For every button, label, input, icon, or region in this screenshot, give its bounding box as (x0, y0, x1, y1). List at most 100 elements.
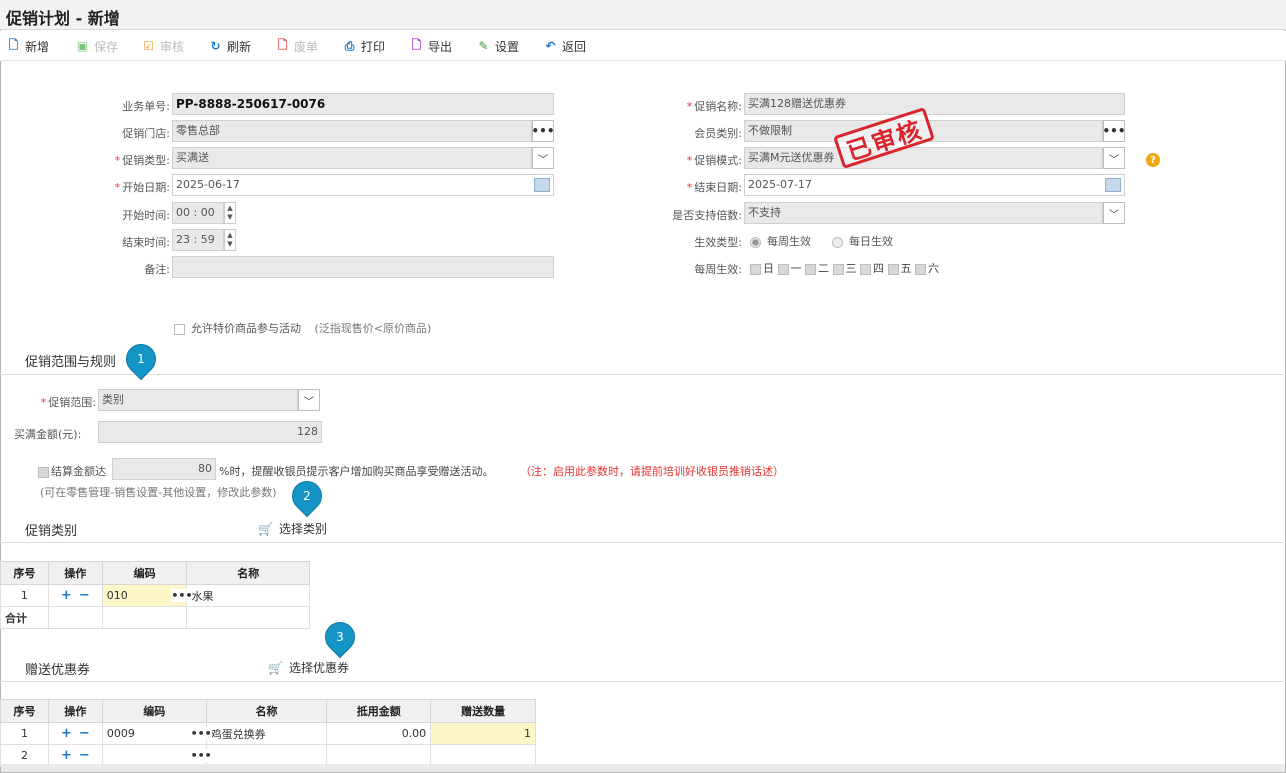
remark-label: 备注: (144, 263, 170, 276)
column-header: 抵用金额 (326, 699, 432, 723)
table-row[interactable]: 1 + − 010 ••• 水果 (0, 584, 310, 607)
end-time-field[interactable]: 23 : 59 (172, 229, 224, 251)
empty-cell (186, 606, 310, 629)
weekday-checkbox[interactable] (860, 263, 871, 275)
weekday-checkbox[interactable] (832, 263, 844, 275)
remove-row-icon[interactable]: − (79, 748, 90, 763)
spin-up-icon: ▲ (227, 204, 233, 212)
print-icon: ⎙ (344, 38, 355, 53)
remove-row-icon[interactable]: − (79, 726, 90, 741)
amount-label: 买满金额(元): (14, 428, 82, 441)
start-time-sep: : (193, 206, 198, 219)
divider (0, 542, 1286, 543)
void-button[interactable]: 🗋 废单 (275, 37, 318, 55)
window-frame (0, 0, 1286, 773)
settings-button[interactable]: ✎ 设置 (476, 37, 519, 55)
back-button[interactable]: ↶ 返回 (543, 37, 586, 55)
audit-button[interactable]: ☑ 审核 (141, 37, 184, 55)
scope-label: * 促销范围: (40, 396, 96, 409)
amount-cell: 0.00 (326, 722, 432, 745)
start-date-field[interactable]: 2025-06-17 (172, 174, 554, 196)
multiple-dropdown-button[interactable]: ﹀ (1103, 202, 1125, 224)
help-icon[interactable]: ? (1146, 153, 1160, 167)
print-button[interactable]: ⎙ 打印 (342, 37, 385, 55)
weekday-checkbox[interactable] (915, 263, 926, 275)
column-header: 名称 (205, 699, 328, 723)
member-picker-button[interactable]: ••• (1103, 120, 1126, 142)
divider (0, 374, 1286, 375)
qty-cell[interactable]: 1 (430, 722, 536, 745)
start-time-field[interactable]: 00 : 00 (172, 202, 224, 224)
store-picker-button[interactable]: ••• (532, 120, 555, 142)
allow-special-checkbox[interactable] (174, 323, 185, 335)
weekday-label: 每周生效: (694, 263, 742, 276)
effect-daily-radio[interactable] (832, 236, 843, 248)
coupon-table: 序号 操作 编码 名称 抵用金额 赠送数量 1 + − 0009 ••• 鸡蛋兑换… (0, 699, 536, 767)
toolbar: 🗋 新增 ▣ 保存 ☑ 审核 ↻ 刷新 🗋 废单 ⎙ 打印 🗋 导出 ✎ 设置 ↶ 返回 (0, 31, 1286, 61)
start-time-spinner[interactable]: ▲ ▼ (224, 202, 236, 224)
type-dropdown-button[interactable]: ﹀ (532, 147, 554, 169)
code-picker-button[interactable]: ••• (190, 727, 212, 740)
code-cell[interactable]: 010 ••• (101, 584, 193, 607)
remark-field[interactable] (172, 256, 554, 278)
rules-section-title: 促销范围与规则 (25, 355, 117, 370)
save-label: 保存 (94, 39, 119, 54)
calendar-icon[interactable] (1105, 178, 1121, 192)
new-doc-icon: 🗋 (8, 37, 19, 52)
checkout-pct-field[interactable]: 80 (112, 458, 216, 480)
add-row-icon[interactable]: + (61, 588, 72, 603)
weekday-checkbox[interactable] (750, 263, 761, 275)
doc-no-field[interactable]: PP-8888-250617-0076 (172, 93, 554, 115)
code-value: 0009 (106, 727, 135, 740)
weekday-label-item: 三 (845, 262, 857, 275)
doc-no-label: 业务单号: (122, 100, 170, 113)
store-field[interactable]: 零售总部 (172, 120, 532, 142)
new-button[interactable]: 🗋 新增 (6, 37, 49, 55)
column-header: 序号 (0, 561, 49, 585)
effect-daily-label: 每日生效 (849, 235, 893, 248)
name-field[interactable]: 买满128赠送优惠券 (744, 93, 1125, 115)
mode-dropdown-button[interactable]: ﹀ (1103, 147, 1125, 169)
refresh-label: 刷新 (227, 39, 252, 54)
weekday-checkbox[interactable] (887, 263, 899, 275)
add-row-icon[interactable]: + (61, 748, 72, 763)
select-category-link[interactable]: 🛒 选择类别 (258, 520, 327, 537)
weekday-checkbox[interactable] (777, 263, 789, 275)
mode-select[interactable]: 买满M元送优惠券 (744, 147, 1103, 169)
name-label: * 促销名称: (686, 100, 742, 113)
remove-row-icon[interactable]: − (79, 588, 90, 603)
type-select[interactable]: 买满送 (172, 147, 532, 169)
column-header: 赠送数量 (430, 699, 536, 723)
scope-dropdown-button[interactable]: ﹀ (298, 389, 320, 411)
refresh-icon: ↻ (210, 39, 221, 53)
refresh-button[interactable]: ↻ 刷新 (208, 37, 251, 55)
export-label: 导出 (428, 39, 453, 54)
amount-field[interactable]: 128 (98, 421, 322, 443)
code-picker-button[interactable]: ••• (190, 749, 212, 762)
scope-select[interactable]: 类别 (98, 389, 298, 411)
table-row[interactable]: 1 + − 0009 ••• 鸡蛋兑换券 0.00 1 (0, 722, 536, 745)
select-coupon-link[interactable]: 🛒 选择优惠券 (268, 659, 349, 676)
name-cell: 鸡蛋兑换券 (205, 722, 328, 745)
row-number: 1 (0, 722, 49, 745)
window-title: 促销计划 - 新增 (6, 9, 120, 28)
void-label: 废单 (294, 39, 319, 54)
horizontal-scrollbar[interactable] (1, 764, 1285, 772)
row-actions: + − (47, 584, 103, 607)
calendar-icon[interactable] (534, 178, 550, 192)
checkout-checkbox[interactable] (38, 466, 49, 478)
add-row-icon[interactable]: + (61, 726, 72, 741)
end-date-field[interactable]: 2025-07-17 (744, 174, 1125, 196)
start-date-label: * 开始日期: (114, 181, 170, 194)
end-time-spinner[interactable]: ▲ ▼ (224, 229, 236, 251)
print-label: 打印 (361, 39, 386, 54)
audit-label: 审核 (160, 39, 185, 54)
weekday-checkbox[interactable] (805, 263, 816, 275)
export-button[interactable]: 🗋 导出 (409, 37, 452, 55)
effect-weekly-radio[interactable] (750, 236, 761, 248)
multiple-select[interactable]: 不支持 (744, 202, 1103, 224)
code-cell[interactable]: 0009 ••• (101, 722, 212, 745)
code-picker-button[interactable]: ••• (171, 589, 193, 602)
start-minute: 00 (200, 206, 215, 219)
save-button[interactable]: ▣ 保存 (75, 37, 118, 55)
